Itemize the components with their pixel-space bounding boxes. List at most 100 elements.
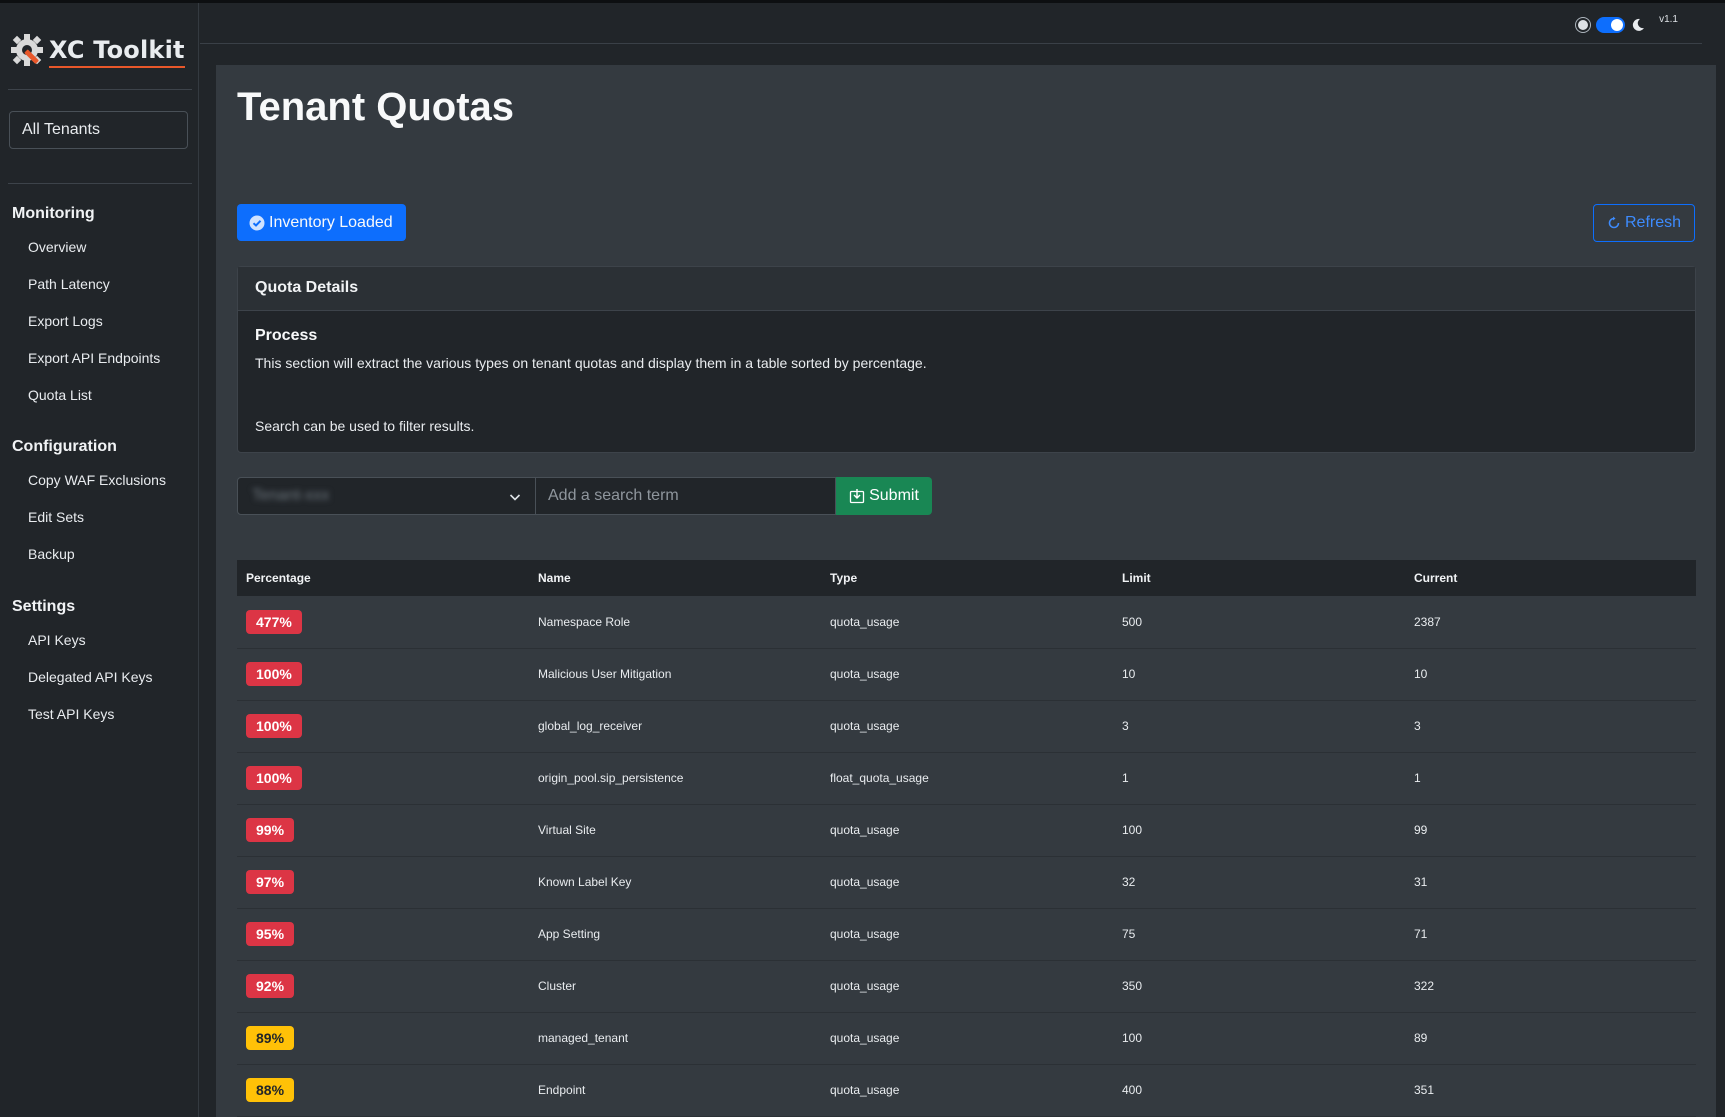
name-cell: origin_pool.sip_persistence: [529, 752, 821, 805]
percentage-badge: 99%: [246, 818, 295, 842]
header-name[interactable]: Name: [529, 560, 821, 596]
theme-switcher: v1.1: [1576, 13, 1678, 33]
type-cell: quota_usage: [821, 908, 1113, 961]
theme-toggle[interactable]: [1596, 17, 1626, 33]
sun-icon: [1576, 18, 1591, 32]
sidebar-item-path-latency[interactable]: Path Latency: [28, 276, 110, 292]
sidebar-item-export-api-endpoints[interactable]: Export API Endpoints: [28, 350, 160, 366]
quota-details-card: Quota Details Process This section will …: [237, 266, 1696, 453]
name-cell: App Setting: [529, 908, 821, 961]
limit-cell: 500: [1113, 596, 1405, 649]
search-hint: Search can be used to filter results.: [255, 418, 475, 434]
percentage-badge: 88%: [246, 1078, 295, 1102]
inventory-loaded-label: Inventory Loaded: [269, 213, 393, 231]
current-cell: 1: [1405, 752, 1696, 805]
brand-logo[interactable]: XC Toolkit: [9, 30, 185, 70]
table-row: 100% Malicious User Mitigation quota_usage…: [237, 648, 1696, 701]
table-row: 95% App Setting quota_usage 75 71: [237, 908, 1696, 961]
refresh-icon: [1608, 216, 1620, 229]
chevron-down-icon: [509, 494, 521, 501]
current-cell: 3: [1405, 700, 1696, 753]
table-row: 92% Cluster quota_usage 350 322: [237, 960, 1696, 1013]
current-cell: 99: [1405, 804, 1696, 857]
percentage-badge: 100%: [246, 714, 302, 738]
inventory-loaded-badge: Inventory Loaded: [237, 204, 406, 241]
sidebar-item-edit-sets[interactable]: Edit Sets: [28, 509, 84, 525]
tenant-select-value: Tenant-xxx: [252, 487, 330, 504]
limit-cell: 100: [1113, 1012, 1405, 1065]
sidebar-divider: [8, 183, 192, 184]
download-box-icon: [849, 489, 865, 504]
current-cell: 2387: [1405, 596, 1696, 649]
table-row: 477% Namespace Role quota_usage 500 2387: [237, 596, 1696, 649]
type-cell: quota_usage: [821, 804, 1113, 857]
process-title: Process: [255, 327, 318, 344]
limit-cell: 75: [1113, 908, 1405, 961]
percentage-badge: 95%: [246, 922, 295, 946]
section-configuration: Configuration: [12, 438, 117, 455]
percentage-badge: 89%: [246, 1026, 295, 1050]
current-cell: 71: [1405, 908, 1696, 961]
type-cell: quota_usage: [821, 596, 1113, 649]
table-row: 97% Known Label Key quota_usage 32 31: [237, 856, 1696, 909]
submit-button[interactable]: Submit: [836, 477, 932, 515]
main-content: Tenant Quotas Inventory Loaded Refresh Q…: [216, 65, 1716, 1117]
type-cell: quota_usage: [821, 648, 1113, 701]
percentage-cell: 97%: [237, 856, 529, 909]
header-percentage[interactable]: Percentage: [237, 560, 529, 596]
name-cell: managed_tenant: [529, 1012, 821, 1065]
limit-cell: 350: [1113, 960, 1405, 1013]
sidebar-item-export-logs[interactable]: Export Logs: [28, 313, 103, 329]
search-input[interactable]: [536, 477, 836, 515]
tenant-select[interactable]: Tenant-xxx: [237, 477, 536, 515]
table-header-row: Percentage Name Type Limit Current: [237, 560, 1696, 596]
limit-cell: 1: [1113, 752, 1405, 805]
tenant-selector-button[interactable]: All Tenants: [9, 111, 188, 149]
percentage-cell: 92%: [237, 960, 529, 1013]
percentage-badge: 97%: [246, 870, 295, 894]
limit-cell: 100: [1113, 804, 1405, 857]
percentage-cell: 100%: [237, 700, 529, 753]
limit-cell: 3: [1113, 700, 1405, 753]
sidebar-item-backup[interactable]: Backup: [28, 546, 75, 562]
type-cell: float_quota_usage: [821, 752, 1113, 805]
limit-cell: 32: [1113, 856, 1405, 909]
sidebar-item-quota-list[interactable]: Quota List: [28, 387, 92, 403]
gear-wrench-icon: [11, 34, 43, 66]
table-row: 89% managed_tenant quota_usage 100 89: [237, 1012, 1696, 1065]
table-row: 100% origin_pool.sip_persistence float_quo…: [237, 752, 1696, 805]
limit-cell: 10: [1113, 648, 1405, 701]
current-cell: 322: [1405, 960, 1696, 1013]
name-cell: Namespace Role: [529, 596, 821, 649]
version-label: v1.1: [1659, 13, 1678, 25]
brand-name: XC Toolkit: [49, 36, 185, 68]
header-limit[interactable]: Limit: [1113, 560, 1405, 596]
submit-label: Submit: [869, 487, 919, 504]
search-form: Tenant-xxx Submit: [237, 477, 932, 515]
moon-icon: [1632, 18, 1645, 31]
name-cell: Endpoint: [529, 1064, 821, 1117]
sidebar-item-delegated-api-keys[interactable]: Delegated API Keys: [28, 669, 153, 685]
check-circle-icon: [249, 215, 265, 230]
sidebar-item-api-keys[interactable]: API Keys: [28, 632, 86, 648]
type-cell: quota_usage: [821, 700, 1113, 753]
top-bar: v1.1: [200, 3, 1702, 44]
percentage-cell: 100%: [237, 648, 529, 701]
percentage-cell: 99%: [237, 804, 529, 857]
limit-cell: 400: [1113, 1064, 1405, 1117]
sidebar-item-overview[interactable]: Overview: [28, 239, 86, 255]
sidebar-item-test-api-keys[interactable]: Test API Keys: [28, 706, 114, 722]
name-cell: Known Label Key: [529, 856, 821, 909]
table-row: 99% Virtual Site quota_usage 100 99: [237, 804, 1696, 857]
quota-table: Percentage Name Type Limit Current 477% N…: [237, 560, 1696, 1117]
percentage-badge: 92%: [246, 974, 295, 998]
header-type[interactable]: Type: [821, 560, 1113, 596]
refresh-button[interactable]: Refresh: [1593, 204, 1695, 242]
page-title: Tenant Quotas: [237, 85, 515, 129]
sidebar-item-copy-waf-exclusions[interactable]: Copy WAF Exclusions: [28, 472, 166, 488]
sidebar: XC Toolkit All Tenants Monitoring Overvi…: [0, 3, 199, 1117]
type-cell: quota_usage: [821, 1064, 1113, 1117]
header-current[interactable]: Current: [1405, 560, 1696, 596]
percentage-cell: 477%: [237, 596, 529, 649]
section-settings: Settings: [12, 598, 76, 615]
